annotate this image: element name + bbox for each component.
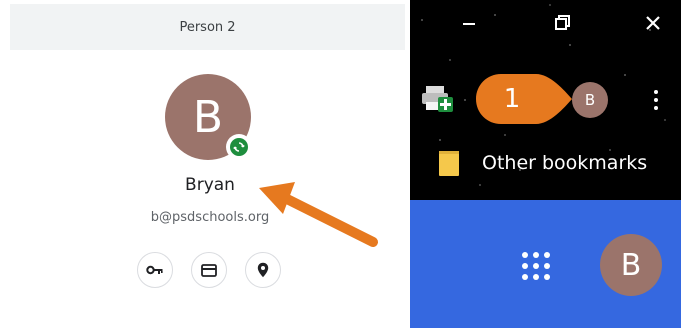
key-icon — [146, 265, 163, 275]
sync-icon — [230, 138, 248, 156]
callout-number: 1 — [503, 84, 521, 114]
payment-methods-button[interactable] — [191, 252, 227, 288]
google-account-initial: B — [620, 247, 642, 283]
profile-button-initial: B — [584, 91, 596, 109]
profile-button[interactable]: B — [572, 82, 608, 118]
bookmark-other[interactable]: Other bookmarks — [438, 144, 678, 182]
minimize-button[interactable] — [452, 8, 486, 38]
restore-button[interactable] — [546, 8, 580, 38]
sync-badge — [226, 134, 252, 160]
menu-icon[interactable] — [646, 84, 666, 116]
step-callout: 1 — [474, 72, 574, 126]
passwords-button[interactable] — [137, 252, 173, 288]
restore-icon — [555, 15, 570, 30]
profile-avatar-initial: B — [192, 91, 224, 143]
profile-header-title: Person 2 — [179, 19, 236, 35]
card-icon — [201, 263, 217, 277]
apps-grid-icon[interactable] — [518, 248, 554, 284]
close-button[interactable] — [636, 8, 670, 38]
google-account-avatar[interactable]: B — [600, 234, 662, 296]
folder-icon — [439, 151, 459, 176]
profile-menu: Person 2 B Bryan b@psdschools.org — [0, 0, 410, 328]
annotation-arrow — [259, 182, 378, 247]
minimize-icon — [463, 23, 475, 25]
extension-icon[interactable] — [420, 82, 454, 114]
location-icon — [257, 262, 269, 278]
bookmark-label: Other bookmarks — [482, 152, 648, 174]
profile-header: Person 2 — [10, 4, 405, 50]
close-icon — [646, 16, 660, 30]
